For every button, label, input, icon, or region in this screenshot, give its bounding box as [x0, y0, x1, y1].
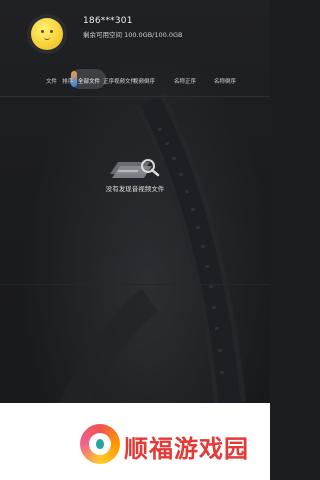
tab-video-desc[interactable]: 视频倒序 [133, 77, 155, 85]
sort-tabs: 文件 排序 全部文件 正序视频文件 视频倒序 名称正序 名称倒序 [0, 72, 270, 92]
header-divider [0, 96, 270, 97]
tab-all-files[interactable]: 全部文件 [78, 77, 100, 85]
username: 186***301 [83, 16, 133, 26]
tab-name-asc[interactable]: 名称正序 [174, 77, 196, 85]
video-search-icon [110, 159, 160, 178]
tab-files[interactable]: 文件 [46, 77, 57, 85]
tab-sort[interactable]: 排序 [62, 77, 73, 85]
storage-info: 剩余可用空间 100.0GB/100.0GB [83, 31, 183, 39]
brand-name: 顺福游戏园 [124, 435, 249, 463]
avatar[interactable] [27, 14, 67, 54]
empty-state-message: 没有发现音视频文件 [105, 185, 165, 193]
smiley-avatar-icon [31, 18, 63, 50]
content-divider [0, 284, 270, 285]
brand-logo-icon [80, 424, 120, 464]
tab-name-desc[interactable]: 名称倒序 [214, 77, 236, 85]
tab-video-asc[interactable]: 正序视频文件 [103, 77, 136, 85]
